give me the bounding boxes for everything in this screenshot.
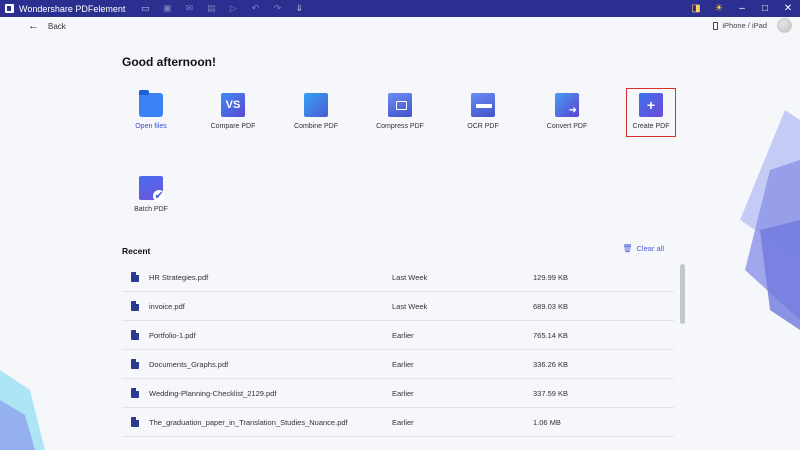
file-name: Documents_Graphs.pdf [149, 359, 229, 369]
trash-icon: 🗑 [622, 244, 633, 253]
tool-label: Batch PDF [134, 206, 168, 213]
create-icon: + [639, 93, 663, 117]
tool-batch-pdf[interactable]: Batch PDF [116, 176, 186, 213]
close-icon[interactable]: ✕ [782, 3, 794, 14]
tool-label: Create PDF [632, 123, 670, 130]
file-name: HR Strategies.pdf [149, 272, 209, 282]
file-date: Last Week [392, 272, 428, 282]
convert-icon [555, 93, 579, 117]
tool-convert-pdf[interactable]: Convert PDF [532, 93, 602, 130]
sun-icon[interactable]: ☀ [713, 3, 725, 14]
file-size: 337.59 KB [533, 388, 569, 398]
file-date: Earlier [392, 417, 414, 427]
recent-file-row[interactable]: invoice.pdf Last Week 689.03 KB [122, 292, 674, 321]
undo-icon[interactable]: ↶ [249, 3, 261, 14]
pointer-icon[interactable]: ▷ [227, 3, 239, 14]
device-button[interactable]: iPhone / iPad [713, 21, 767, 30]
redo-icon[interactable]: ↷ [271, 3, 283, 14]
tool-label: OCR PDF [467, 123, 499, 130]
file-date: Last Week [392, 301, 428, 311]
file-name: The_graduation_paper_in_Translation_Stud… [149, 417, 348, 427]
file-size: 765.14 KB [533, 330, 569, 340]
file-size: 689.03 KB [533, 301, 569, 311]
back-button[interactable]: ← Back [28, 20, 66, 32]
recent-file-row[interactable]: Portfolio-1.pdf Earlier 765.14 KB [122, 321, 674, 350]
arrow-left-icon: ← [28, 20, 39, 32]
pdf-file-icon [131, 301, 139, 311]
greeting-title: Good afternoon! [122, 55, 216, 69]
dropdown-icon[interactable]: ⇓ [293, 3, 305, 14]
decorative-shapes-left [0, 360, 50, 450]
file-date: Earlier [392, 330, 414, 340]
compare-icon: VS [221, 93, 245, 117]
recent-file-row[interactable]: Wedding-Planning-Checklist_2129.pdf Earl… [122, 379, 674, 408]
pdf-file-icon [131, 330, 139, 340]
folder-icon[interactable]: ▭ [139, 3, 151, 14]
combine-icon [304, 93, 328, 117]
batch-icon [139, 176, 165, 202]
app-title: Wondershare PDFelement [19, 3, 126, 14]
tool-label: Combine PDF [294, 123, 338, 130]
tool-compare-pdf[interactable]: VS Compare PDF [198, 93, 268, 130]
tool-label: Compress PDF [376, 123, 424, 130]
file-date: Earlier [392, 388, 414, 398]
pdf-file-icon [131, 272, 139, 282]
tool-label: Open files [135, 123, 167, 130]
title-bar: Wondershare PDFelement ▭ ▣ ✉ ▤ ▷ ↶ ↷ ⇓ ◨… [0, 0, 800, 17]
file-size: 336.26 KB [533, 359, 569, 369]
file-name: invoice.pdf [149, 301, 185, 311]
tool-create-pdf[interactable]: + Create PDF [626, 88, 676, 137]
file-date: Earlier [392, 359, 414, 369]
tool-compress-pdf[interactable]: Compress PDF [365, 93, 435, 130]
recent-file-row[interactable]: HR Strategies.pdf Last Week 129.99 KB [122, 263, 674, 292]
back-label: Back [48, 21, 66, 31]
scrollbar[interactable] [680, 264, 685, 324]
clear-all-button[interactable]: 🗑 Clear all [622, 244, 664, 253]
minimize-icon[interactable]: – [736, 3, 748, 14]
maximize-icon[interactable]: □ [759, 3, 771, 14]
pdf-file-icon [131, 417, 139, 427]
mail-icon[interactable]: ✉ [183, 3, 195, 14]
recent-title: Recent [122, 246, 151, 256]
tool-label: Convert PDF [546, 123, 588, 130]
app-logo-icon [5, 4, 14, 13]
phone-icon [713, 21, 719, 30]
clear-all-label: Clear all [636, 244, 664, 253]
ocr-icon [471, 93, 495, 117]
file-name: Wedding-Planning-Checklist_2129.pdf [149, 388, 277, 398]
file-name: Portfolio-1.pdf [149, 330, 196, 340]
file-size: 1.06 MB [533, 417, 561, 427]
gift-icon[interactable]: ◨ [690, 3, 702, 14]
file-size: 129.99 KB [533, 272, 569, 282]
decorative-shapes-right [730, 110, 800, 330]
pdf-file-icon [131, 388, 139, 398]
recent-file-row[interactable]: Documents_Graphs.pdf Earlier 336.26 KB [122, 350, 674, 379]
avatar[interactable] [777, 18, 792, 33]
device-label: iPhone / iPad [722, 21, 767, 30]
recent-file-row[interactable]: The_graduation_paper_in_Translation_Stud… [122, 408, 674, 437]
tool-combine-pdf[interactable]: Combine PDF [281, 93, 351, 130]
print-icon[interactable]: ▤ [205, 3, 217, 14]
recent-file-list: HR Strategies.pdf Last Week 129.99 KB in… [122, 263, 674, 437]
tool-open-files[interactable]: Open files [116, 90, 186, 130]
pdf-file-icon [131, 359, 139, 369]
folder-icon [139, 90, 163, 117]
compress-icon [388, 93, 412, 117]
save-icon[interactable]: ▣ [161, 3, 173, 14]
tool-ocr-pdf[interactable]: OCR PDF [448, 93, 518, 130]
tool-label: Compare PDF [210, 123, 256, 130]
